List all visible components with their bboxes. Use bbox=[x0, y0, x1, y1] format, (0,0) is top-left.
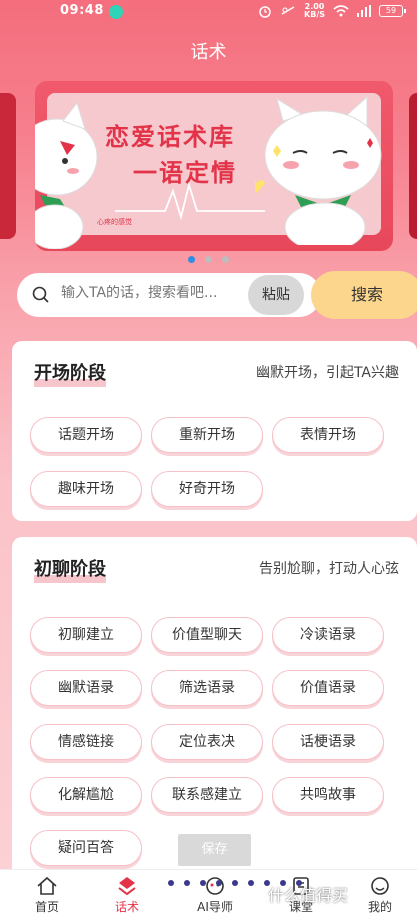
section-title: 初聊阶段 bbox=[34, 555, 106, 583]
tab-label: 话术 bbox=[114, 900, 139, 914]
chip-button[interactable]: 冷读语录 bbox=[272, 617, 384, 653]
tab-label: 我的 bbox=[367, 900, 392, 914]
cat-illustration-right bbox=[255, 95, 382, 245]
chip-button[interactable]: 筛选语录 bbox=[151, 670, 263, 706]
chip-button[interactable]: 情感链接 bbox=[30, 724, 142, 760]
chip-button[interactable]: 价值型聊天 bbox=[151, 617, 263, 653]
battery-icon: 59 bbox=[379, 5, 406, 17]
section-card-opening: 开场阶段 幽默开场，引起TA兴趣 话题开场 重新开场 表情开场 趣味开场 好奇开… bbox=[12, 341, 417, 521]
alarm-icon bbox=[259, 6, 271, 18]
tab-home[interactable]: 首页 bbox=[17, 876, 77, 915]
section-card-initial-chat: 初聊阶段 告别尬聊，打动人心弦 初聊建立 价值型聊天 冷读语录 幽默语录 筛选语… bbox=[12, 537, 417, 877]
section-description: 告别尬聊，打动人心弦 bbox=[259, 561, 399, 577]
paste-button[interactable]: 粘贴 bbox=[248, 275, 304, 315]
chip-button[interactable]: 表情开场 bbox=[272, 417, 384, 453]
search-icon bbox=[32, 286, 49, 303]
section-title: 开场阶段 bbox=[34, 359, 106, 387]
bottom-tab-bar: 首页 话术 AI导师 课堂 我的 bbox=[0, 869, 417, 919]
page-title: 话术 bbox=[190, 42, 227, 63]
carousel-dot-active[interactable] bbox=[188, 256, 195, 263]
status-bar: 09:48 2.00 KB/S 59 bbox=[0, 0, 417, 24]
wifi-icon bbox=[333, 5, 349, 17]
chip-button[interactable]: 话题开场 bbox=[30, 417, 142, 453]
chip-button[interactable]: 定位表决 bbox=[151, 724, 263, 760]
status-icons: 2.00 KB/S 59 bbox=[258, 2, 406, 19]
cat-illustration-left bbox=[35, 101, 98, 249]
chip-button[interactable]: 话梗语录 bbox=[272, 724, 384, 760]
banner[interactable]: 恋爱话术库 一语定情 心疼的感觉 bbox=[35, 81, 393, 251]
watermark: 什么值得买 bbox=[268, 886, 349, 905]
chip-button[interactable]: 联系感建立 bbox=[151, 777, 263, 813]
search-input[interactable] bbox=[61, 285, 261, 301]
chip-button[interactable]: 趣味开场 bbox=[30, 471, 142, 507]
robot-icon bbox=[206, 877, 224, 895]
nfc-icon bbox=[281, 6, 295, 15]
search-button[interactable]: 搜索 bbox=[311, 271, 417, 319]
carousel-dot[interactable] bbox=[222, 256, 229, 263]
section-description: 幽默开场，引起TA兴趣 bbox=[255, 365, 399, 381]
banner-brand: 心疼的感觉 bbox=[97, 218, 132, 226]
home-icon bbox=[37, 876, 57, 895]
tab-scripts[interactable]: 话术 bbox=[97, 876, 157, 915]
chip-button[interactable]: 价值语录 bbox=[272, 670, 384, 706]
save-button[interactable]: 保存 bbox=[178, 834, 251, 866]
chip-button[interactable]: 幽默语录 bbox=[30, 670, 142, 706]
chip-button[interactable]: 疑问百答 bbox=[30, 830, 142, 866]
signal-icon bbox=[357, 5, 371, 17]
chip-button[interactable]: 好奇开场 bbox=[151, 471, 263, 507]
chip-button[interactable]: 重新开场 bbox=[151, 417, 263, 453]
status-time: 09:48 bbox=[60, 3, 104, 18]
tab-label: 首页 bbox=[34, 900, 59, 914]
carousel-dot[interactable] bbox=[205, 256, 212, 263]
chip-button[interactable]: 化解尴尬 bbox=[30, 777, 142, 813]
tab-profile[interactable]: 我的 bbox=[350, 876, 410, 915]
chat-gem-icon bbox=[118, 877, 136, 896]
heartbeat-line bbox=[115, 181, 265, 221]
chip-button[interactable]: 初聊建立 bbox=[30, 617, 142, 653]
user-icon bbox=[371, 877, 389, 895]
tab-label: AI导师 bbox=[197, 900, 233, 914]
banner-peek-left[interactable] bbox=[0, 93, 16, 239]
chip-button[interactable]: 共鸣故事 bbox=[272, 777, 384, 813]
banner-title-line1: 恋爱话术库 bbox=[105, 122, 235, 151]
notification-app-icon bbox=[109, 5, 123, 19]
carousel-indicator bbox=[0, 256, 417, 263]
banner-peek-right[interactable] bbox=[409, 93, 417, 239]
network-speed: 2.00 KB/S bbox=[304, 2, 325, 19]
